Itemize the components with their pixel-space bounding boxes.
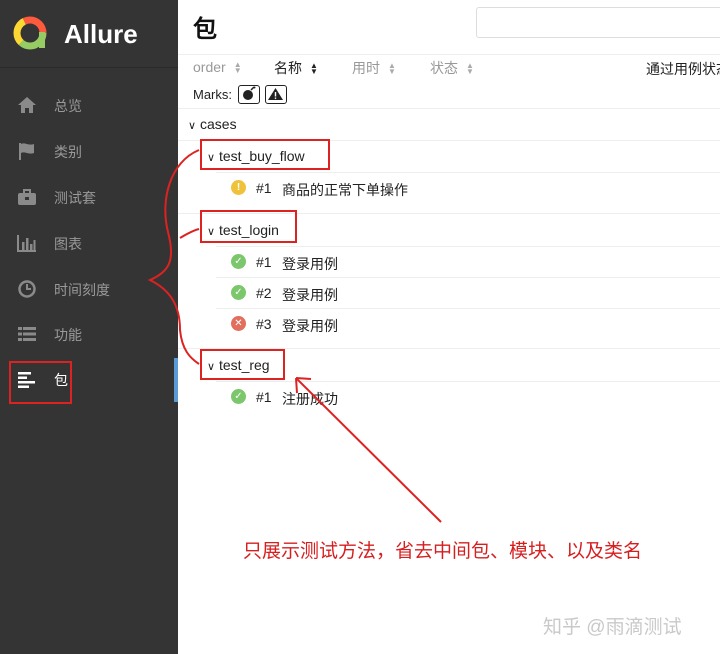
- annotation-note: 只展示测试方法，省去中间包、模块、以及类名: [243, 541, 643, 562]
- watermark: 知乎 @雨滴测试: [543, 617, 682, 638]
